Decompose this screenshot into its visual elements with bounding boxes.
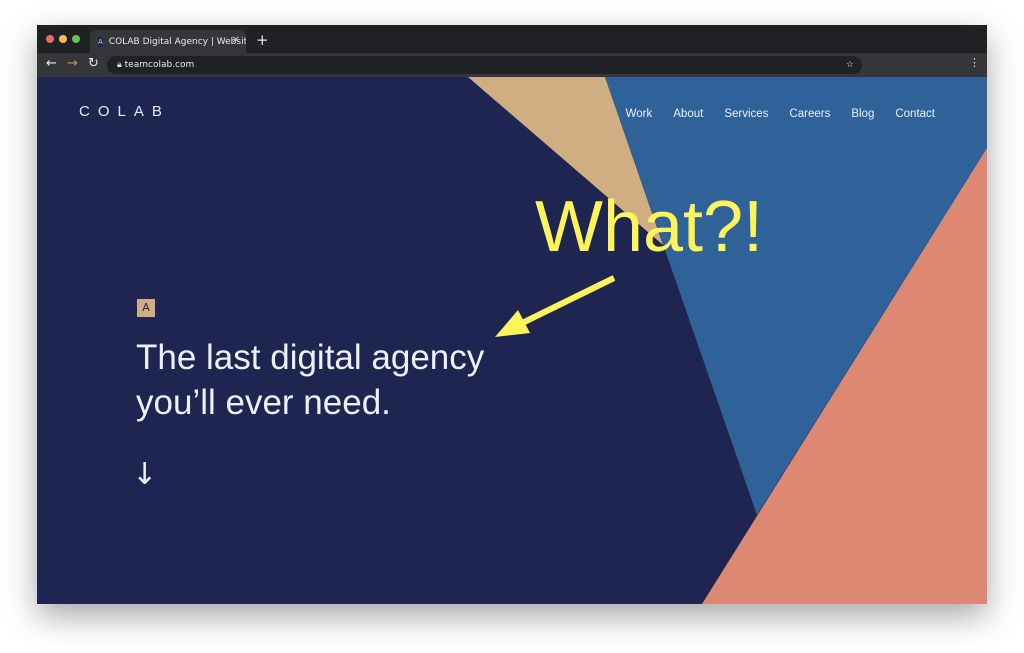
- tab-title: COLAB Digital Agency | Website: [108, 36, 246, 47]
- nav-blog[interactable]: Blog: [851, 108, 874, 120]
- address-bar[interactable]: 🔒︎ teamcolab.com ☆: [107, 56, 862, 74]
- new-tab-button[interactable]: +: [256, 31, 269, 49]
- colab-logo[interactable]: COLAB: [79, 103, 170, 120]
- nav-about[interactable]: About: [673, 108, 703, 120]
- nav-services[interactable]: Services: [724, 108, 768, 120]
- scroll-down-arrow-icon[interactable]: ↓: [132, 457, 157, 492]
- maximize-window-button[interactable]: [72, 35, 80, 43]
- favicon-icon: A: [98, 36, 103, 47]
- headline-line-2: you’ll ever need.: [136, 383, 391, 422]
- reload-icon[interactable]: ↻: [88, 56, 99, 71]
- hero-headline: The last digital agency you’ll ever need…: [136, 335, 484, 425]
- web-page: COLAB Work About Services Careers Blog C…: [37, 77, 987, 604]
- lock-icon: 🔒︎: [117, 60, 125, 70]
- menu-kebab-icon[interactable]: ⋮: [969, 56, 980, 69]
- close-tab-icon[interactable]: ✕: [232, 35, 240, 46]
- tab-bar: A COLAB Digital Agency | Website ✕ +: [37, 25, 987, 53]
- url-text: teamcolab.com: [124, 60, 195, 70]
- forward-icon[interactable]: →: [67, 56, 78, 71]
- minimize-window-button[interactable]: [59, 35, 67, 43]
- browser-window: A COLAB Digital Agency | Website ✕ + ← →…: [37, 25, 987, 604]
- brand-badge: A: [137, 299, 155, 317]
- browser-tab[interactable]: A COLAB Digital Agency | Website ✕: [90, 30, 246, 53]
- main-nav: Work About Services Careers Blog Contact: [626, 108, 935, 120]
- nav-work[interactable]: Work: [626, 108, 653, 120]
- nav-contact[interactable]: Contact: [895, 108, 935, 120]
- headline-line-1: The last digital agency: [136, 338, 485, 377]
- bookmark-star-icon[interactable]: ☆: [846, 56, 854, 74]
- close-window-button[interactable]: [46, 35, 54, 43]
- nav-careers[interactable]: Careers: [789, 108, 830, 120]
- back-icon[interactable]: ←: [46, 56, 57, 71]
- annotation-text: What?!: [535, 187, 764, 267]
- toolbar: ← → ↻ 🔒︎ teamcolab.com ☆ ⋮: [37, 53, 987, 77]
